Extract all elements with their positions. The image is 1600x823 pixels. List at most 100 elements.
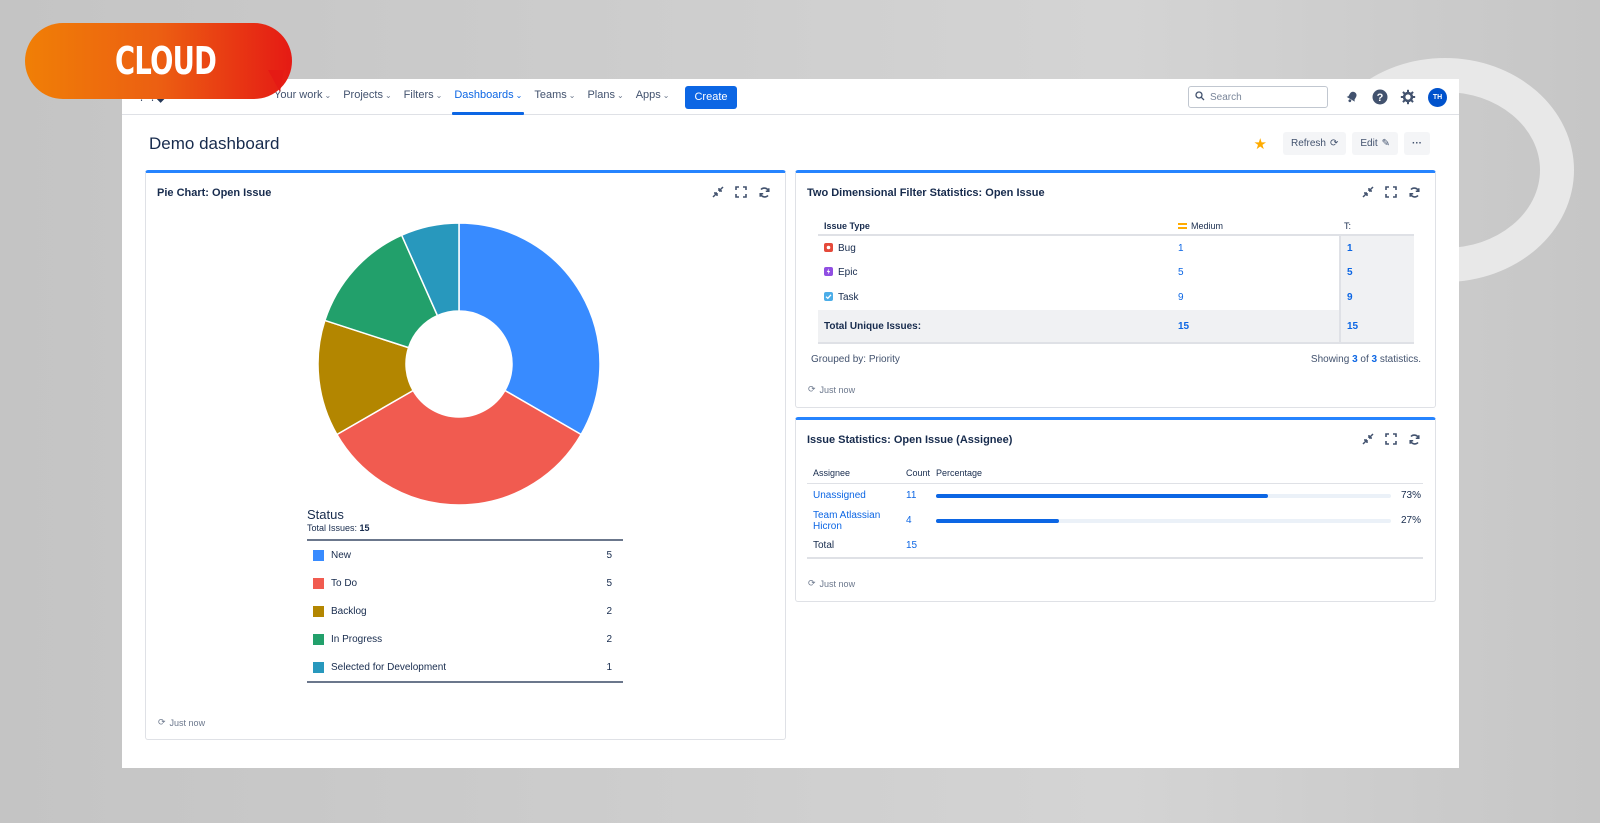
- fullscreen-icon[interactable]: [1383, 431, 1399, 447]
- pie-slice-new[interactable]: [458, 222, 601, 436]
- pie-chart: [317, 222, 601, 506]
- legend-count: 1: [606, 661, 612, 673]
- chevron-down-icon: ⌄: [435, 91, 443, 100]
- notifications-bell-icon[interactable]: [1342, 87, 1362, 107]
- percentage-bar-cell: [934, 508, 1393, 533]
- chevron-down-icon: ⌄: [324, 91, 332, 100]
- percentage-bar-track: [936, 493, 1391, 498]
- chevron-down-icon: ⌄: [662, 91, 670, 100]
- fullscreen-icon[interactable]: [1383, 184, 1399, 200]
- legend-total: Total Issues: 15: [307, 523, 370, 533]
- legend-count: 2: [606, 633, 612, 645]
- legend-swatch: [313, 549, 324, 561]
- refresh-icon[interactable]: [1406, 184, 1422, 200]
- create-button[interactable]: Create: [685, 85, 737, 109]
- medium-count-link[interactable]: 1: [1172, 235, 1340, 260]
- nav-item-projects[interactable]: Projects ⌄: [337, 79, 397, 115]
- svg-text:?: ?: [1377, 92, 1384, 104]
- assignee-stats-table: Assignee Count Percentage Unassigned 11 …: [807, 464, 1423, 559]
- gadget-title: Pie Chart: Open Issue: [157, 187, 272, 199]
- chevron-down-icon: ⌄: [384, 91, 392, 100]
- total-total-link[interactable]: 15: [1339, 310, 1414, 344]
- count-link[interactable]: 4: [906, 508, 934, 533]
- legend-swatch: [313, 661, 324, 673]
- total-count-link[interactable]: 1: [1339, 235, 1414, 260]
- issue-type-cell: Epic: [818, 260, 1172, 285]
- nav-item-dashboards[interactable]: Dashboards ⌄: [448, 79, 528, 115]
- assignee-link[interactable]: Unassigned: [807, 483, 906, 508]
- legend-count: 2: [606, 605, 612, 617]
- refresh-icon[interactable]: [1406, 431, 1422, 447]
- nav-item-teams[interactable]: Teams ⌄: [528, 79, 581, 115]
- legend-item[interactable]: Backlog 2: [307, 597, 623, 625]
- empty-cell: [934, 533, 1393, 559]
- more-actions-button[interactable]: ···: [1404, 132, 1430, 155]
- pencil-icon: ✎: [1381, 138, 1390, 149]
- nav-right: ? TH: [1188, 79, 1447, 115]
- legend-label: New: [331, 549, 352, 561]
- refresh-small-icon: ⟳: [808, 384, 816, 394]
- settings-gear-icon[interactable]: [1398, 87, 1418, 107]
- total-count-link[interactable]: 9: [1339, 285, 1414, 310]
- minimize-icon[interactable]: [1360, 431, 1376, 447]
- issue-type-cell: Task: [818, 285, 1172, 310]
- refresh-icon[interactable]: [756, 184, 772, 200]
- medium-count-link[interactable]: 5: [1172, 260, 1340, 285]
- legend-label: Backlog: [331, 605, 367, 617]
- total-count-link[interactable]: 5: [1339, 260, 1414, 285]
- legend-swatch: [313, 605, 324, 617]
- epic-icon: [824, 267, 833, 276]
- legend-item[interactable]: In Progress 2: [307, 625, 623, 653]
- count-link[interactable]: 11: [906, 483, 934, 508]
- help-icon[interactable]: ?: [1370, 87, 1390, 107]
- nav-item-apps[interactable]: Apps ⌄: [630, 79, 676, 115]
- minimize-icon[interactable]: [1360, 184, 1376, 200]
- minimize-icon[interactable]: [710, 184, 726, 200]
- nav-item-filters[interactable]: Filters ⌄: [398, 79, 449, 115]
- legend-label: In Progress: [331, 633, 383, 645]
- search-input[interactable]: [1210, 91, 1320, 103]
- refresh-button[interactable]: Refresh ⟳: [1282, 132, 1347, 155]
- jira-app-window: ⋮⋮ ◆ Your work⌄ Projects⌄ Filters⌄ Dashb…: [122, 79, 1459, 768]
- total-medium-link[interactable]: 15: [1172, 310, 1340, 344]
- gadget-updated: ⟳ Just now: [808, 578, 856, 589]
- cloud-badge: CLOUD: [25, 23, 292, 99]
- dashboard-actions: ★ Refresh ⟳ Edit ✎ ···: [1254, 132, 1430, 155]
- cloud-badge-tail: [268, 70, 284, 92]
- legend-count: 5: [606, 577, 612, 589]
- search-icon: [1195, 90, 1205, 104]
- legend-swatch: [313, 633, 324, 645]
- legend-item[interactable]: To Do 5: [307, 569, 623, 597]
- medium-count-link[interactable]: 9: [1172, 285, 1340, 310]
- legend-label: To Do: [331, 577, 358, 589]
- chevron-down-icon: ⌄: [568, 91, 576, 100]
- legend-item[interactable]: New 5: [307, 541, 623, 569]
- search-box[interactable]: [1188, 86, 1328, 108]
- gadget-tools: [1353, 431, 1422, 447]
- total-count-link[interactable]: 15: [906, 533, 934, 559]
- gadget-updated: ⟳ Just now: [158, 717, 206, 728]
- edit-button[interactable]: Edit ✎: [1352, 132, 1398, 155]
- chevron-down-icon: ⌄: [515, 91, 523, 100]
- star-favorite-icon[interactable]: ★: [1254, 135, 1267, 153]
- table-row: Epic 5 5: [818, 260, 1414, 285]
- legend-item[interactable]: Selected for Development 1: [307, 653, 623, 681]
- refresh-icon: ⟳: [1329, 138, 1339, 149]
- nav-item-plans[interactable]: Plans ⌄: [581, 79, 629, 115]
- fullscreen-icon[interactable]: [733, 184, 749, 200]
- percentage-bar-fill: [936, 493, 1269, 498]
- user-avatar[interactable]: TH: [1428, 87, 1447, 107]
- gadget-title: Two Dimensional Filter Statistics: Open …: [807, 187, 1045, 199]
- top-navigation: ⋮⋮ ◆ Your work⌄ Projects⌄ Filters⌄ Dashb…: [122, 79, 1459, 115]
- col-total: T:: [1340, 217, 1414, 236]
- pie-chart-gadget: Pie Chart: Open Issue Status Total Issue…: [145, 170, 786, 740]
- table-row: Bug 1 1: [818, 235, 1414, 260]
- gadget-tools: [703, 184, 772, 200]
- two-dimensional-stats-gadget: Two Dimensional Filter Statistics: Open …: [795, 170, 1436, 408]
- table-row: Task 9 9: [818, 285, 1414, 310]
- table-header-row: Issue Type Medium T:: [818, 217, 1414, 236]
- table-row: Unassigned 11 73%: [807, 483, 1423, 508]
- col-issue-type: Issue Type: [818, 217, 1172, 236]
- grouped-by-label: Grouped by: Priority: [811, 354, 900, 365]
- assignee-link[interactable]: Team Atlassian Hicron: [807, 508, 906, 533]
